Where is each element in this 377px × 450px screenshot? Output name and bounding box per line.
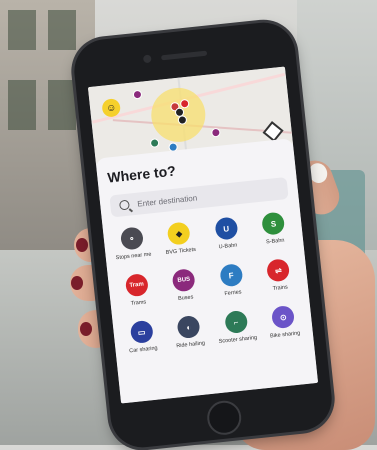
tile-label: U-Bahn: [218, 242, 238, 251]
tile-label: Trains: [272, 284, 289, 292]
search-input[interactable]: Enter destination: [109, 176, 289, 218]
tile-scooter-sharing[interactable]: ⌐ Scooter sharing: [211, 309, 262, 353]
tram-icon: Tram: [124, 273, 149, 298]
page-title: Where to?: [106, 162, 177, 186]
window: [8, 10, 36, 50]
tile-bike-sharing[interactable]: ⊙ Bike sharing: [258, 304, 309, 348]
mode-grid: ⚬ Stops near me ◆ BVG Tickets U U-Bahn S…: [107, 210, 310, 362]
bottom-sheet: Where to? Enter destination ⚬ Stops near…: [95, 138, 319, 404]
tile-buses[interactable]: BUS Buses: [159, 267, 210, 311]
tile-label: Ferries: [224, 289, 242, 298]
tile-car-sharing[interactable]: ▭ Car sharing: [117, 319, 168, 363]
tile-label: Scooter sharing: [218, 334, 258, 345]
train-icon: ⇌: [266, 258, 291, 283]
fingernail: [76, 238, 88, 252]
ride-hailing-icon: ◐: [176, 314, 201, 340]
tile-label: Buses: [177, 294, 194, 302]
tile-label: S-Bahn: [265, 237, 285, 246]
search-icon: [118, 199, 130, 211]
tile-label: Car sharing: [128, 345, 158, 355]
window: [8, 80, 36, 130]
tile-s-bahn[interactable]: S S-Bahn: [249, 210, 300, 254]
map-pin[interactable]: [210, 127, 221, 138]
ferry-icon: F: [219, 263, 244, 288]
tile-label: BVG Tickets: [165, 246, 197, 256]
tile-trams[interactable]: Tram Trams: [112, 272, 163, 316]
phone: ☺ Where to? Enter destination ⚬ Stops ne…: [71, 19, 335, 450]
tile-u-bahn[interactable]: U U-Bahn: [201, 215, 252, 259]
bus-icon: BUS: [171, 268, 196, 293]
bvg-tickets-icon: ◆: [166, 221, 192, 246]
window: [48, 10, 76, 50]
tile-trains[interactable]: ⇌ Trains: [254, 257, 305, 301]
fingernail: [80, 322, 92, 336]
bike-sharing-icon: ⊙: [271, 304, 296, 330]
fingernail: [71, 276, 83, 290]
thumbnail: [306, 160, 330, 186]
app-screen: ☺ Where to? Enter destination ⚬ Stops ne…: [87, 66, 319, 404]
map-pin[interactable]: [149, 138, 160, 148]
tile-stops-near-me[interactable]: ⚬ Stops near me: [107, 225, 158, 269]
u-bahn-icon: U: [214, 216, 239, 241]
search-placeholder: Enter destination: [136, 192, 198, 209]
tile-label: Ride hailing: [176, 340, 206, 350]
stops-near-me-icon: ⚬: [119, 226, 144, 251]
tile-label: Bike sharing: [269, 330, 301, 340]
home-button[interactable]: [205, 399, 243, 437]
tile-ride-hailing[interactable]: ◐ Ride hailing: [164, 314, 215, 358]
user-icon: ☺: [105, 101, 117, 114]
phone-camera: [142, 54, 152, 64]
phone-speaker: [160, 50, 208, 61]
map-pin[interactable]: [132, 89, 143, 100]
scooter-sharing-icon: ⌐: [223, 309, 249, 335]
window: [48, 80, 76, 130]
s-bahn-icon: S: [261, 211, 286, 236]
car-sharing-icon: ▭: [129, 319, 154, 345]
tile-label: Stops near me: [115, 251, 152, 262]
tile-label: Trams: [130, 299, 147, 307]
tile-bvg-tickets[interactable]: ◆ BVG Tickets: [154, 220, 205, 264]
tile-ferries[interactable]: F Ferries: [206, 262, 257, 306]
